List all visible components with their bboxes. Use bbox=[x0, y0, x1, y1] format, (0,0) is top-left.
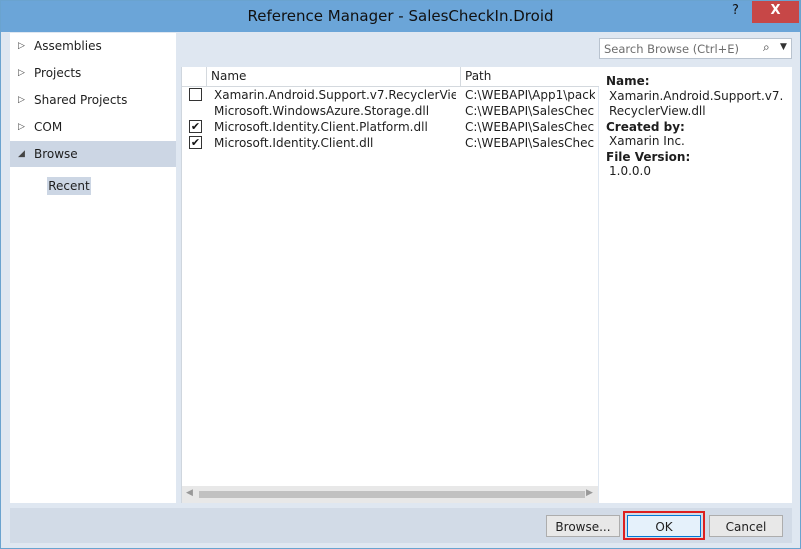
scroll-left-icon[interactable]: ◀ bbox=[186, 488, 193, 498]
row-path: C:\WEBAPI\SalesCheckIn\ bbox=[465, 120, 595, 134]
detail-name-value: Xamarin.Android.Support.v7.RecyclerView.… bbox=[609, 89, 784, 118]
search-placeholder: Search Browse (Ctrl+E) bbox=[604, 42, 740, 56]
reference-manager-window: Reference Manager - SalesCheckIn.Droid ?… bbox=[0, 0, 801, 549]
row-path: C:\WEBAPI\App1\packag bbox=[465, 88, 595, 102]
row-path: C:\WEBAPI\SalesCheckIn\ bbox=[465, 136, 595, 150]
horizontal-scrollbar[interactable]: ◀ ▶ bbox=[182, 486, 598, 503]
row-checkbox[interactable] bbox=[189, 88, 202, 101]
row-checkbox-checked[interactable]: ✔ bbox=[189, 120, 202, 133]
row-name: Microsoft.Identity.Client.Platform.dll bbox=[214, 120, 428, 134]
search-options-chevron-icon[interactable]: ▼ bbox=[780, 42, 787, 52]
table-row[interactable]: ✔ Microsoft.Identity.Client.dll C:\WEBAP… bbox=[182, 135, 598, 151]
expand-arrow-icon: ▷ bbox=[18, 95, 25, 105]
table-row[interactable]: Xamarin.Android.Support.v7.RecyclerView.… bbox=[182, 87, 598, 103]
detail-name-label: Name: bbox=[606, 74, 650, 88]
cancel-button[interactable]: Cancel bbox=[709, 515, 783, 537]
sidebar-item-label: Assemblies bbox=[34, 39, 102, 53]
sidebar-item-label: Browse bbox=[34, 147, 78, 161]
row-name: Microsoft.WindowsAzure.Storage.dll bbox=[214, 104, 430, 118]
table-row[interactable]: ✔ Microsoft.Identity.Client.Platform.dll… bbox=[182, 119, 598, 135]
scrollbar-thumb[interactable] bbox=[199, 491, 585, 498]
detail-created-label: Created by: bbox=[606, 120, 685, 134]
checkbox-column-header[interactable] bbox=[182, 67, 207, 87]
detail-created-value: Xamarin Inc. bbox=[609, 134, 685, 148]
expand-arrow-icon: ▷ bbox=[18, 41, 25, 51]
row-name: Xamarin.Android.Support.v7.RecyclerView.… bbox=[214, 88, 456, 102]
search-box[interactable]: Search Browse (Ctrl+E) ⌕ ▼ bbox=[599, 38, 792, 59]
reference-list: Name Path Xamarin.Android.Support.v7.Rec… bbox=[181, 67, 602, 503]
row-checkbox-checked[interactable]: ✔ bbox=[189, 136, 202, 149]
sidebar-item-com[interactable]: ▷ COM bbox=[10, 114, 176, 140]
expand-arrow-icon: ▷ bbox=[18, 122, 25, 132]
expand-arrow-icon: ▷ bbox=[18, 68, 25, 78]
ok-button[interactable]: OK bbox=[627, 515, 701, 537]
sidebar-item-label: COM bbox=[34, 120, 63, 134]
collapse-arrow-icon: ◢ bbox=[18, 149, 25, 159]
close-button[interactable]: X bbox=[752, 1, 799, 23]
sidebar-item-browse[interactable]: ◢ Browse bbox=[10, 141, 176, 167]
sidebar-item-label: Shared Projects bbox=[34, 93, 128, 107]
row-name: Microsoft.Identity.Client.dll bbox=[214, 136, 374, 150]
help-button[interactable]: ? bbox=[719, 1, 752, 23]
table-row[interactable]: Microsoft.WindowsAzure.Storage.dll C:\WE… bbox=[182, 103, 598, 119]
category-sidebar: ▷ Assemblies ▷ Projects ▷ Shared Project… bbox=[10, 33, 176, 503]
detail-version-value: 1.0.0.0 bbox=[609, 164, 651, 178]
scroll-right-icon[interactable]: ▶ bbox=[586, 488, 593, 498]
browse-button[interactable]: Browse... bbox=[546, 515, 620, 537]
title-bar[interactable]: Reference Manager - SalesCheckIn.Droid ?… bbox=[1, 1, 800, 32]
sidebar-item-projects[interactable]: ▷ Projects bbox=[10, 60, 176, 86]
detail-version-label: File Version: bbox=[606, 150, 691, 164]
sidebar-item-recent[interactable]: Recent bbox=[47, 177, 91, 195]
column-header-name[interactable]: Name bbox=[207, 67, 461, 87]
search-icon[interactable]: ⌕ bbox=[763, 40, 770, 55]
sidebar-item-label: Projects bbox=[34, 66, 82, 80]
sidebar-item-shared-projects[interactable]: ▷ Shared Projects bbox=[10, 87, 176, 113]
row-path: C:\WEBAPI\SalesCheckIn\ bbox=[465, 104, 595, 118]
details-pane: Name: Xamarin.Android.Support.v7.Recycle… bbox=[599, 67, 792, 503]
window-title: Reference Manager - SalesCheckIn.Droid bbox=[247, 7, 554, 25]
column-header-path[interactable]: Path bbox=[461, 67, 602, 87]
sidebar-item-assemblies[interactable]: ▷ Assemblies bbox=[10, 33, 176, 59]
